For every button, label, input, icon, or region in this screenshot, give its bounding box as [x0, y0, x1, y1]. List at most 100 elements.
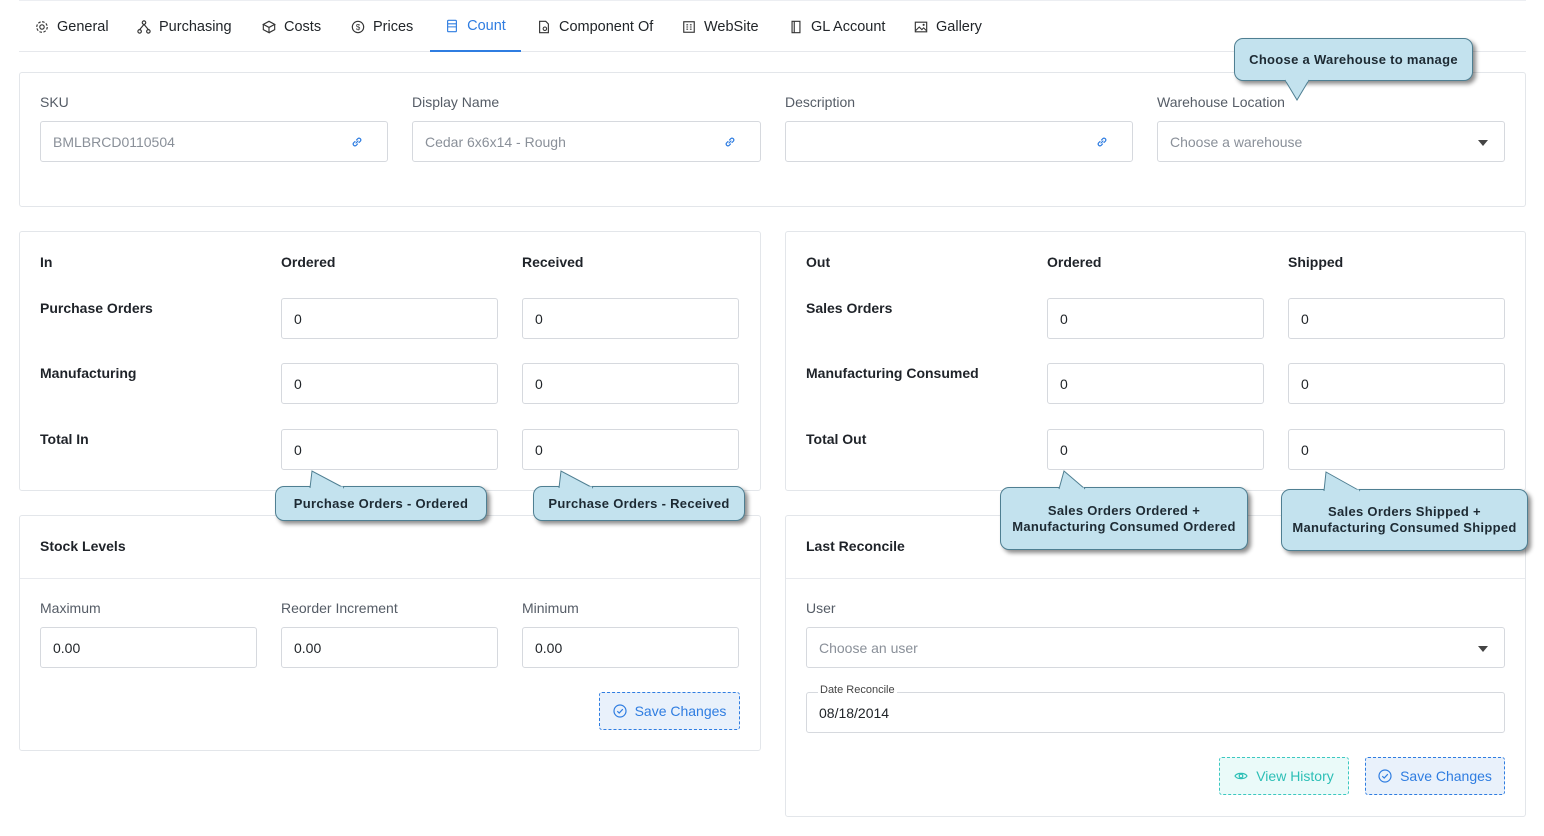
out-header: Out [806, 254, 831, 270]
callout-po-ordered: Purchase Orders - Ordered [275, 470, 487, 521]
button-label: Save Changes [634, 703, 727, 719]
tab-label: Count [467, 17, 506, 34]
gear-icon [36, 20, 48, 33]
check-circle-icon [1378, 769, 1392, 783]
callout-text: Choose a Warehouse to manage [1249, 51, 1458, 67]
input-value: 0 [1301, 310, 1309, 327]
tab-label: Costs [284, 18, 322, 35]
link-icon[interactable] [351, 136, 363, 148]
mc-ordered-input[interactable]: 0 [1047, 363, 1264, 404]
link-icon[interactable] [724, 136, 736, 148]
row-label-purchase-orders: Purchase Orders [40, 300, 153, 316]
input-value: 0.00 [535, 639, 563, 656]
input-value: 0 [1301, 375, 1309, 392]
view-history-button[interactable]: View History [1219, 757, 1349, 795]
total-out-shipped-input[interactable]: 0 [1288, 429, 1505, 470]
warehouse-select[interactable]: Choose a warehouse [1157, 121, 1505, 162]
tab-purchasing[interactable]: Purchasing [137, 1, 232, 52]
display-name-field[interactable]: Cedar 6x6x14 - Rough [412, 121, 761, 162]
stock-levels-title: Stock Levels [40, 538, 126, 554]
last-reconcile-title: Last Reconcile [806, 538, 905, 554]
button-label: View History [1256, 768, 1334, 784]
description-field[interactable] [785, 121, 1133, 162]
list-icon [447, 19, 458, 32]
in-header: In [40, 254, 53, 270]
tab-label: GL Account [811, 18, 886, 35]
total-in-received-input[interactable]: 0 [522, 429, 739, 470]
callout-tail [309, 470, 345, 490]
callout-so-ordered: Sales Orders Ordered + Manufacturing Con… [1000, 470, 1248, 550]
input-value: 0.00 [53, 639, 81, 656]
divider [20, 578, 760, 579]
callout-text: Purchase Orders - Ordered [293, 495, 469, 511]
tab-costs[interactable]: Costs [262, 1, 321, 52]
tab-component-of[interactable]: Component Of [537, 1, 653, 52]
stock-save-button[interactable]: Save Changes [599, 692, 740, 730]
user-label: User [806, 600, 836, 616]
input-value: 0 [294, 310, 302, 327]
description-label: Description [785, 94, 856, 110]
sku-field[interactable]: BMLBRCD0110504 [40, 121, 388, 162]
input-value: 0 [1301, 441, 1309, 458]
mfg-received-input[interactable]: 0 [522, 363, 739, 404]
input-value: 0 [535, 310, 543, 327]
input-value: 0 [1060, 375, 1068, 392]
input-value: 0 [294, 441, 302, 458]
callout-po-received: Purchase Orders - Received [533, 470, 745, 521]
row-label-total-out: Total Out [806, 431, 867, 447]
maximum-input[interactable]: 0.00 [40, 627, 257, 668]
tab-label: General [57, 18, 109, 35]
callout-warehouse: Choose a Warehouse to manage [1234, 38, 1473, 101]
so-ordered-input[interactable]: 0 [1047, 298, 1264, 339]
user-select[interactable]: Choose an user [806, 627, 1505, 668]
po-received-input[interactable]: 0 [522, 298, 739, 339]
total-out-ordered-input[interactable]: 0 [1047, 429, 1264, 470]
date-reconcile-input[interactable]: 08/18/2014 [806, 692, 1505, 733]
date-value: 08/18/2014 [819, 704, 890, 721]
row-label-sales-orders: Sales Orders [806, 300, 893, 316]
book-icon [791, 20, 801, 33]
display-name-label: Display Name [412, 94, 500, 110]
callout-text-line2: Manufacturing Consumed Shipped [1292, 520, 1517, 535]
minimum-input[interactable]: 0.00 [522, 627, 739, 668]
callout-tail [558, 470, 594, 490]
mc-shipped-input[interactable]: 0 [1288, 363, 1505, 404]
total-in-ordered-input[interactable]: 0 [281, 429, 498, 470]
tab-gallery[interactable]: Gallery [914, 1, 982, 52]
eye-icon [1234, 772, 1248, 780]
callout-so-shipped: Sales Orders Shipped + Manufacturing Con… [1281, 471, 1528, 551]
dollar-icon: $ [351, 20, 365, 33]
in-ordered-header: Ordered [281, 254, 336, 270]
link-icon[interactable] [1096, 136, 1108, 148]
tab-label: Component Of [559, 18, 654, 35]
so-shipped-input[interactable]: 0 [1288, 298, 1505, 339]
row-label-manufacturing-consumed: Manufacturing Consumed [806, 365, 979, 381]
svg-text:$: $ [356, 23, 361, 32]
row-label-manufacturing: Manufacturing [40, 365, 137, 381]
warehouse-placeholder: Choose a warehouse [1170, 133, 1303, 150]
tab-count[interactable]: Count [430, 1, 521, 52]
reorder-increment-label: Reorder Increment [281, 600, 398, 616]
callout-text-line2: Manufacturing Consumed Ordered [1012, 518, 1236, 534]
out-shipped-header: Shipped [1288, 254, 1344, 270]
input-value: 0 [1060, 441, 1068, 458]
tab-website[interactable]: WebSite [682, 1, 759, 52]
tab-gl-account[interactable]: GL Account [789, 1, 885, 52]
mfg-ordered-input[interactable]: 0 [281, 363, 498, 404]
tab-label: Purchasing [159, 18, 232, 35]
date-reconcile-label: Date Reconcile [818, 684, 897, 696]
user-placeholder: Choose an user [819, 639, 918, 656]
sku-label: SKU [40, 94, 69, 110]
warehouse-label: Warehouse Location [1157, 94, 1285, 110]
tab-general[interactable]: General [35, 1, 109, 52]
image-icon [914, 21, 928, 32]
hierarchy-icon [137, 19, 151, 34]
po-ordered-input[interactable]: 0 [281, 298, 498, 339]
input-value: 0 [1060, 310, 1068, 327]
sku-value: BMLBRCD0110504 [53, 133, 175, 150]
reorder-increment-input[interactable]: 0.00 [281, 627, 498, 668]
reconcile-save-button[interactable]: Save Changes [1365, 757, 1505, 795]
tab-prices[interactable]: $ Prices [351, 1, 413, 52]
minimum-label: Minimum [522, 600, 579, 616]
chevron-down-icon [1478, 646, 1488, 652]
